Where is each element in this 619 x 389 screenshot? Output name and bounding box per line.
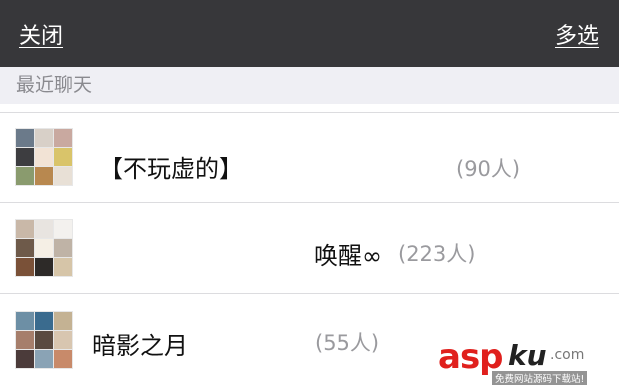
top-navbar: 关闭 多选 (0, 0, 619, 67)
group-avatar (15, 219, 73, 277)
recent-chats-header: 最近聊天 (0, 67, 619, 104)
group-avatar (15, 311, 73, 369)
avatar-tile (54, 331, 72, 349)
avatar-tile (35, 220, 53, 238)
avatar-tile (16, 312, 34, 330)
member-count: (55人) (315, 331, 380, 355)
chat-row[interactable]: 【不玩虚的】 (90人) (0, 112, 619, 203)
chat-name: 暗影之月 (92, 332, 188, 360)
avatar-tile (54, 258, 72, 276)
chat-name: 唤醒∞ (314, 242, 382, 270)
group-avatar (15, 128, 73, 186)
avatar-tile (54, 220, 72, 238)
member-count: (223人) (398, 242, 476, 266)
chat-row[interactable]: 唤醒∞ (223人) (0, 202, 619, 293)
avatar-tile (54, 312, 72, 330)
close-button[interactable]: 关闭 (19, 18, 63, 50)
avatar-tile (35, 148, 53, 166)
watermark-suffix: ku (508, 339, 547, 372)
avatar-tile (16, 148, 34, 166)
avatar-tile (16, 258, 34, 276)
avatar-tile (54, 148, 72, 166)
avatar-tile (16, 167, 34, 185)
member-count: (90人) (456, 157, 521, 181)
avatar-tile (35, 167, 53, 185)
avatar-tile (35, 350, 53, 368)
avatar-tile (35, 258, 53, 276)
avatar-tile (54, 350, 72, 368)
site-watermark: asp ku .com 免费网站源码下载站! (438, 337, 613, 387)
avatar-tile (16, 129, 34, 147)
avatar-tile (54, 129, 72, 147)
chat-name: 【不玩虚的】 (99, 155, 243, 183)
avatar-tile (54, 167, 72, 185)
watermark-subtitle: 免费网站源码下载站! (492, 371, 588, 385)
avatar-tile (16, 331, 34, 349)
avatar-tile (16, 220, 34, 238)
avatar-tile (16, 239, 34, 257)
avatar-tile (35, 331, 53, 349)
multiselect-button[interactable]: 多选 (555, 18, 599, 50)
avatar-tile (35, 239, 53, 257)
avatar-tile (35, 312, 53, 330)
avatar-tile (35, 129, 53, 147)
avatar-tile (54, 239, 72, 257)
avatar-tile (16, 350, 34, 368)
watermark-domain: .com (550, 347, 585, 363)
